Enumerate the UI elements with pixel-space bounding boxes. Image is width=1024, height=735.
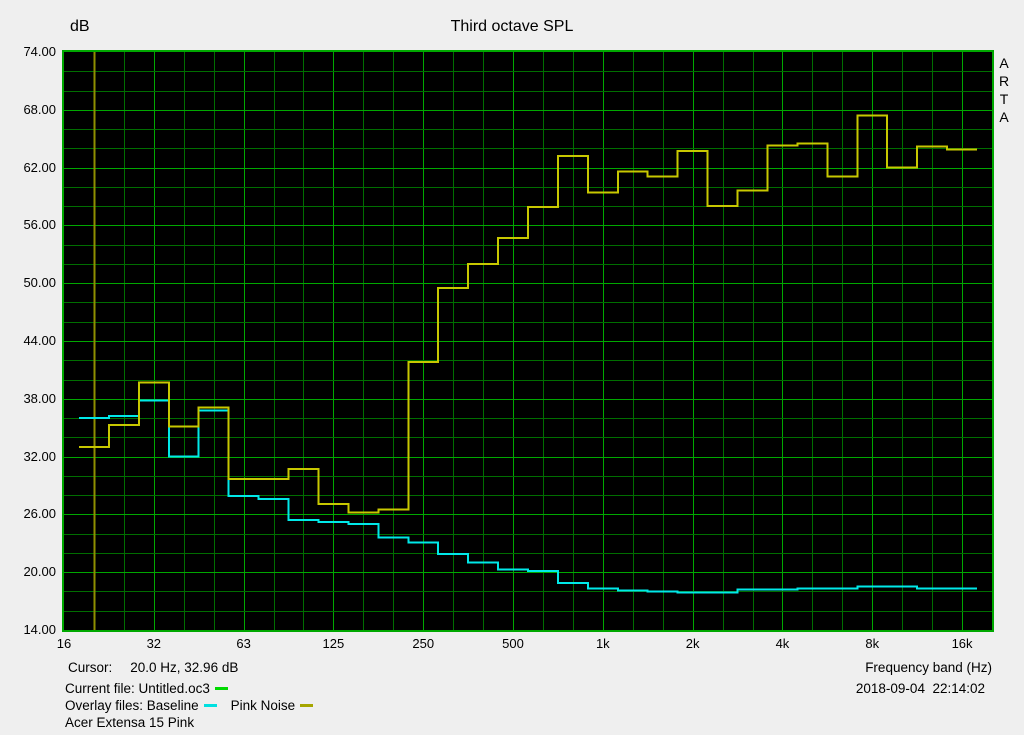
cursor-label: Cursor: xyxy=(68,660,112,675)
pink-noise-legend-swatch xyxy=(300,704,313,707)
overlay-files-row: Overlay files: Baseline Pink Noise xyxy=(65,698,313,713)
current-file-row: Current file: Untitled.oc3 xyxy=(65,681,228,696)
y-tick-label: 44.00 xyxy=(0,333,56,349)
third-octave-chart[interactable] xyxy=(64,52,992,630)
baseline-legend-swatch xyxy=(204,704,217,707)
current-file-label: Current file: xyxy=(65,681,135,696)
cursor-value: 20.0 Hz, 32.96 dB xyxy=(130,660,238,675)
y-tick-label: 38.00 xyxy=(0,391,56,407)
cursor-readout: Cursor: 20.0 Hz, 32.96 dB xyxy=(68,660,238,675)
y-tick-label: 26.00 xyxy=(0,506,56,522)
y-tick-label: 68.00 xyxy=(0,102,56,118)
x-tick-label: 16k xyxy=(942,636,982,652)
chart-title: Third octave SPL xyxy=(0,18,1024,36)
x-tick-label: 4k xyxy=(762,636,802,652)
x-tick-label: 63 xyxy=(224,636,264,652)
current-file-legend-swatch xyxy=(215,687,228,690)
y-tick-label: 50.00 xyxy=(0,275,56,291)
y-tick-label: 74.00 xyxy=(0,44,56,60)
overlay-files-label: Overlay files: xyxy=(65,698,143,713)
x-tick-label: 16 xyxy=(44,636,84,652)
y-tick-label: 62.00 xyxy=(0,160,56,176)
device-note: Acer Extensa 15 Pink xyxy=(65,715,194,730)
plot-area[interactable] xyxy=(64,52,992,630)
current-file-value: Untitled.oc3 xyxy=(139,681,210,696)
y-tick-label: 32.00 xyxy=(0,449,56,465)
x-axis-title: Frequency band (Hz) xyxy=(692,660,992,675)
overlay-pinknoise-label: Pink Noise xyxy=(231,698,296,713)
timestamp: 2018-09-04 22:14:02 xyxy=(685,681,985,696)
arta-window: dB Third octave SPL A R T A 74.0068.0062… xyxy=(0,0,1024,735)
overlay-baseline-label: Baseline xyxy=(147,698,199,713)
x-tick-label: 125 xyxy=(313,636,353,652)
y-tick-label: 56.00 xyxy=(0,217,56,233)
x-tick-label: 1k xyxy=(583,636,623,652)
y-tick-label: 20.00 xyxy=(0,564,56,580)
x-tick-label: 8k xyxy=(852,636,892,652)
arta-brand-label: A R T A xyxy=(994,54,1014,126)
x-tick-label: 2k xyxy=(673,636,713,652)
x-tick-label: 250 xyxy=(403,636,443,652)
x-tick-label: 500 xyxy=(493,636,533,652)
x-tick-label: 32 xyxy=(134,636,174,652)
